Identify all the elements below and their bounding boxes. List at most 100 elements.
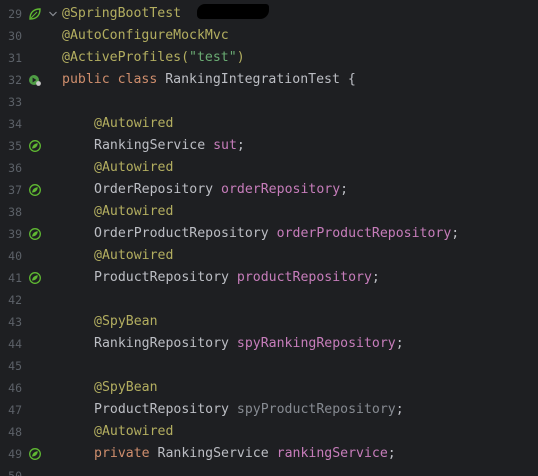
code-line[interactable]: 45 [0,355,538,377]
line-number: 46 [8,381,22,395]
code-token: OrderRepository [94,182,222,197]
line-number: 41 [8,271,22,285]
code-text: ProductRepository productRepository; [94,267,380,289]
code-line[interactable]: 37 OrderRepository orderRepository; [0,179,538,201]
code-line[interactable]: 33 [0,91,538,113]
line-number: 43 [8,315,22,329]
line-number: 32 [8,73,22,87]
line-number: 37 [8,183,22,197]
bean-link-icon[interactable] [28,183,42,197]
line-number: 31 [8,51,22,65]
line-number: 45 [8,359,22,373]
code-line[interactable]: 43 @SpyBean [0,311,538,333]
code-token: private [94,446,158,461]
code-line[interactable]: 29 @SpringBootTest [0,3,538,25]
line-number: 42 [8,293,22,307]
code-line[interactable]: 41 ProductRepository productRepository; [0,267,538,289]
code-token: RankingIntegrationTest { [165,72,356,87]
code-token: ; [395,402,404,417]
spring-bean-icon[interactable] [28,7,42,21]
code-token: public class [62,72,166,87]
code-line[interactable]: 40 @Autowired [0,245,538,267]
fold-chevron-icon[interactable] [48,7,58,21]
line-number: 36 [8,161,22,175]
code-token: ; [236,138,245,153]
code-token: @Autowired [94,160,174,175]
code-token: ; [451,226,460,241]
line-number: 49 [8,447,22,461]
code-token: OrderProductRepository [94,226,277,241]
line-number: 50 [8,469,22,476]
code-text: @ActiveProfiles("test") [62,47,245,69]
code-text: OrderProductRepository orderProductRepos… [94,223,459,245]
code-token: sut [213,138,237,153]
line-number: 44 [8,337,22,351]
code-token: ; [371,270,380,285]
code-token: spyRankingRepository [236,336,396,351]
bean-link-icon[interactable] [28,139,42,153]
code-token: @Autowired [94,116,174,131]
line-number: 39 [8,227,22,241]
code-text: @Autowired [94,157,173,179]
code-line[interactable]: 46 @SpyBean [0,377,538,399]
line-number: 30 [8,29,22,43]
code-token: productRepository [236,270,372,285]
code-text: @AutoConfigureMockMvc [62,25,229,47]
bean-link-icon[interactable] [28,271,42,285]
code-token: ; [395,336,404,351]
code-token: orderProductRepository [276,226,452,241]
code-editor[interactable]: 29 @SpringBootTest 30 @AutoConfigureMockMvc… [0,0,538,476]
line-number: 34 [8,117,22,131]
code-line[interactable]: 32 public class RankingIntegrationTest { [0,69,538,91]
code-token: @SpyBean [94,314,158,329]
code-line[interactable]: 36 @Autowired [0,157,538,179]
code-line[interactable]: 48 @Autowired [0,421,538,443]
code-token: orderRepository [221,182,341,197]
code-text: RankingRepository spyRankingRepository; [94,333,404,355]
code-text: public class RankingIntegrationTest { [62,69,356,91]
line-number: 33 [8,95,22,109]
bean-link-icon[interactable] [28,227,42,241]
code-text: @SpringBootTest [62,3,181,25]
line-number: 48 [8,425,22,439]
code-token: @SpringBootTest [62,6,182,21]
code-text: @Autowired [94,113,173,135]
code-text: OrderRepository orderRepository; [94,179,348,201]
line-number: 47 [8,403,22,417]
code-token: @ActiveProfiles( [62,50,190,65]
code-line[interactable]: 30 @AutoConfigureMockMvc [0,25,538,47]
code-token: ; [387,446,396,461]
line-number: 38 [8,205,22,219]
code-text: @SpyBean [94,311,158,333]
code-text: @Autowired [94,201,173,223]
code-token: ProductRepository [94,270,237,285]
code-token: RankingRepository [94,336,237,351]
code-token: ProductRepository [94,402,237,417]
run-test-icon[interactable] [28,73,42,87]
code-token: ; [340,182,349,197]
code-token: @Autowired [94,424,174,439]
code-token: spyProductRepository [236,402,396,417]
code-token: "test" [189,50,237,65]
code-line[interactable]: 50 [0,465,538,476]
code-line[interactable]: 35 RankingService sut; [0,135,538,157]
code-line[interactable]: 44 RankingRepository spyRankingRepository… [0,333,538,355]
code-line[interactable]: 38 @Autowired [0,201,538,223]
code-token: @Autowired [94,204,174,219]
code-line[interactable]: 39 OrderProductRepository orderProductRep… [0,223,538,245]
code-line[interactable]: 49 private RankingService rankingService; [0,443,538,465]
code-text: RankingService sut; [94,135,245,157]
line-number: 29 [8,7,22,21]
code-text: private RankingService rankingService; [94,443,396,465]
line-number: 40 [8,249,22,263]
code-line[interactable]: 31 @ActiveProfiles("test") [0,47,538,69]
code-token: RankingService [94,138,214,153]
code-text: @Autowired [94,421,173,443]
bean-link-icon[interactable] [28,447,42,461]
code-text: @Autowired [94,245,173,267]
code-token: @AutoConfigureMockMvc [62,28,229,43]
code-token: rankingService [276,446,388,461]
code-line[interactable]: 42 [0,289,538,311]
code-line[interactable]: 34 @Autowired [0,113,538,135]
code-line[interactable]: 47 ProductRepository spyProductRepository… [0,399,538,421]
